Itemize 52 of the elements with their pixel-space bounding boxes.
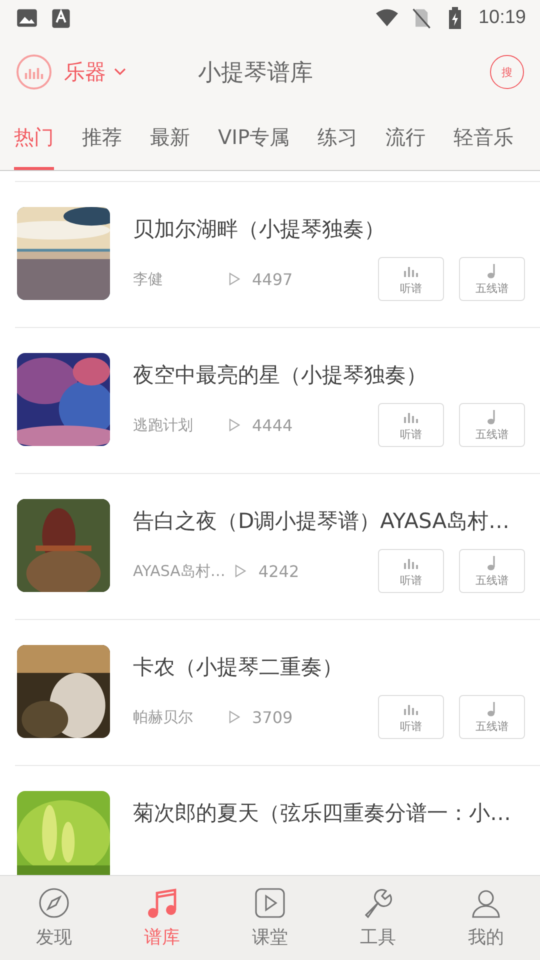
category-tab[interactable]: 练习: [318, 108, 358, 170]
play-count: 4444: [252, 416, 293, 434]
nav-tab[interactable]: 谱库: [108, 876, 216, 960]
artist-name: AYASA岛村…: [133, 562, 226, 580]
song-title[interactable]: 贝加尔湖畔（小提琴独奏）: [133, 215, 525, 243]
category-tab[interactable]: VIP专属: [218, 108, 290, 170]
play-icon: [235, 564, 246, 578]
artist-name: 帕赫贝尔: [133, 708, 194, 726]
instrument-dropdown[interactable]: 乐器: [64, 58, 126, 86]
wifi-icon: [376, 7, 398, 29]
staff-button[interactable]: 五线谱: [459, 549, 525, 593]
listen-button[interactable]: 听谱: [378, 403, 444, 447]
compass-icon: [38, 887, 70, 919]
image-icon: [16, 7, 38, 29]
song-title[interactable]: 卡农（小提琴二重奏）: [133, 653, 525, 681]
song-title[interactable]: 告白之夜（D调小提琴谱）AYASA岛村…: [133, 507, 525, 535]
music-note-icon: [146, 887, 178, 919]
listen-button[interactable]: 听谱: [378, 695, 444, 739]
play-count: 4242: [258, 562, 300, 580]
category-tab[interactable]: 轻音乐: [454, 108, 514, 170]
play-count: 4497: [252, 270, 293, 288]
nav-tab[interactable]: 工具: [324, 876, 432, 960]
play-count: 3709: [252, 708, 293, 726]
person-icon: [470, 887, 502, 919]
search-button[interactable]: 搜: [490, 55, 524, 89]
play-icon: [229, 418, 240, 432]
artist-name: 李健: [133, 270, 164, 288]
category-tab[interactable]: 流行: [386, 108, 426, 170]
category-tab[interactable]: 推荐: [82, 108, 122, 170]
play-icon: [229, 710, 240, 724]
category-tab[interactable]: 最新: [150, 108, 190, 170]
wrench-icon: [362, 887, 394, 919]
play-icon: [254, 887, 286, 919]
equalizer-icon[interactable]: [16, 54, 52, 90]
nav-tab[interactable]: 课堂: [216, 876, 324, 960]
staff-button[interactable]: 五线谱: [459, 695, 525, 739]
staff-button[interactable]: 五线谱: [459, 403, 525, 447]
font-icon: [50, 7, 72, 29]
listen-button[interactable]: 听谱: [378, 549, 444, 593]
nav-tab[interactable]: 发现: [0, 876, 108, 960]
artist-name: 逃跑计划: [133, 416, 194, 434]
category-tab[interactable]: 热门: [14, 108, 54, 170]
nav-tab[interactable]: 我的: [432, 876, 540, 960]
staff-button[interactable]: 五线谱: [459, 257, 525, 301]
song-title[interactable]: 菊次郎的夏天（弦乐四重奏分谱一：小…: [133, 799, 525, 827]
listen-button[interactable]: 听谱: [378, 257, 444, 301]
play-icon: [229, 272, 240, 286]
page-title: 小提琴谱库: [198, 58, 313, 88]
song-title[interactable]: 夜空中最亮的星（小提琴独奏）: [133, 361, 525, 389]
status-time: 10:19: [478, 7, 526, 29]
no-sim-icon: [410, 7, 432, 29]
chevron-down-icon: [114, 68, 126, 76]
